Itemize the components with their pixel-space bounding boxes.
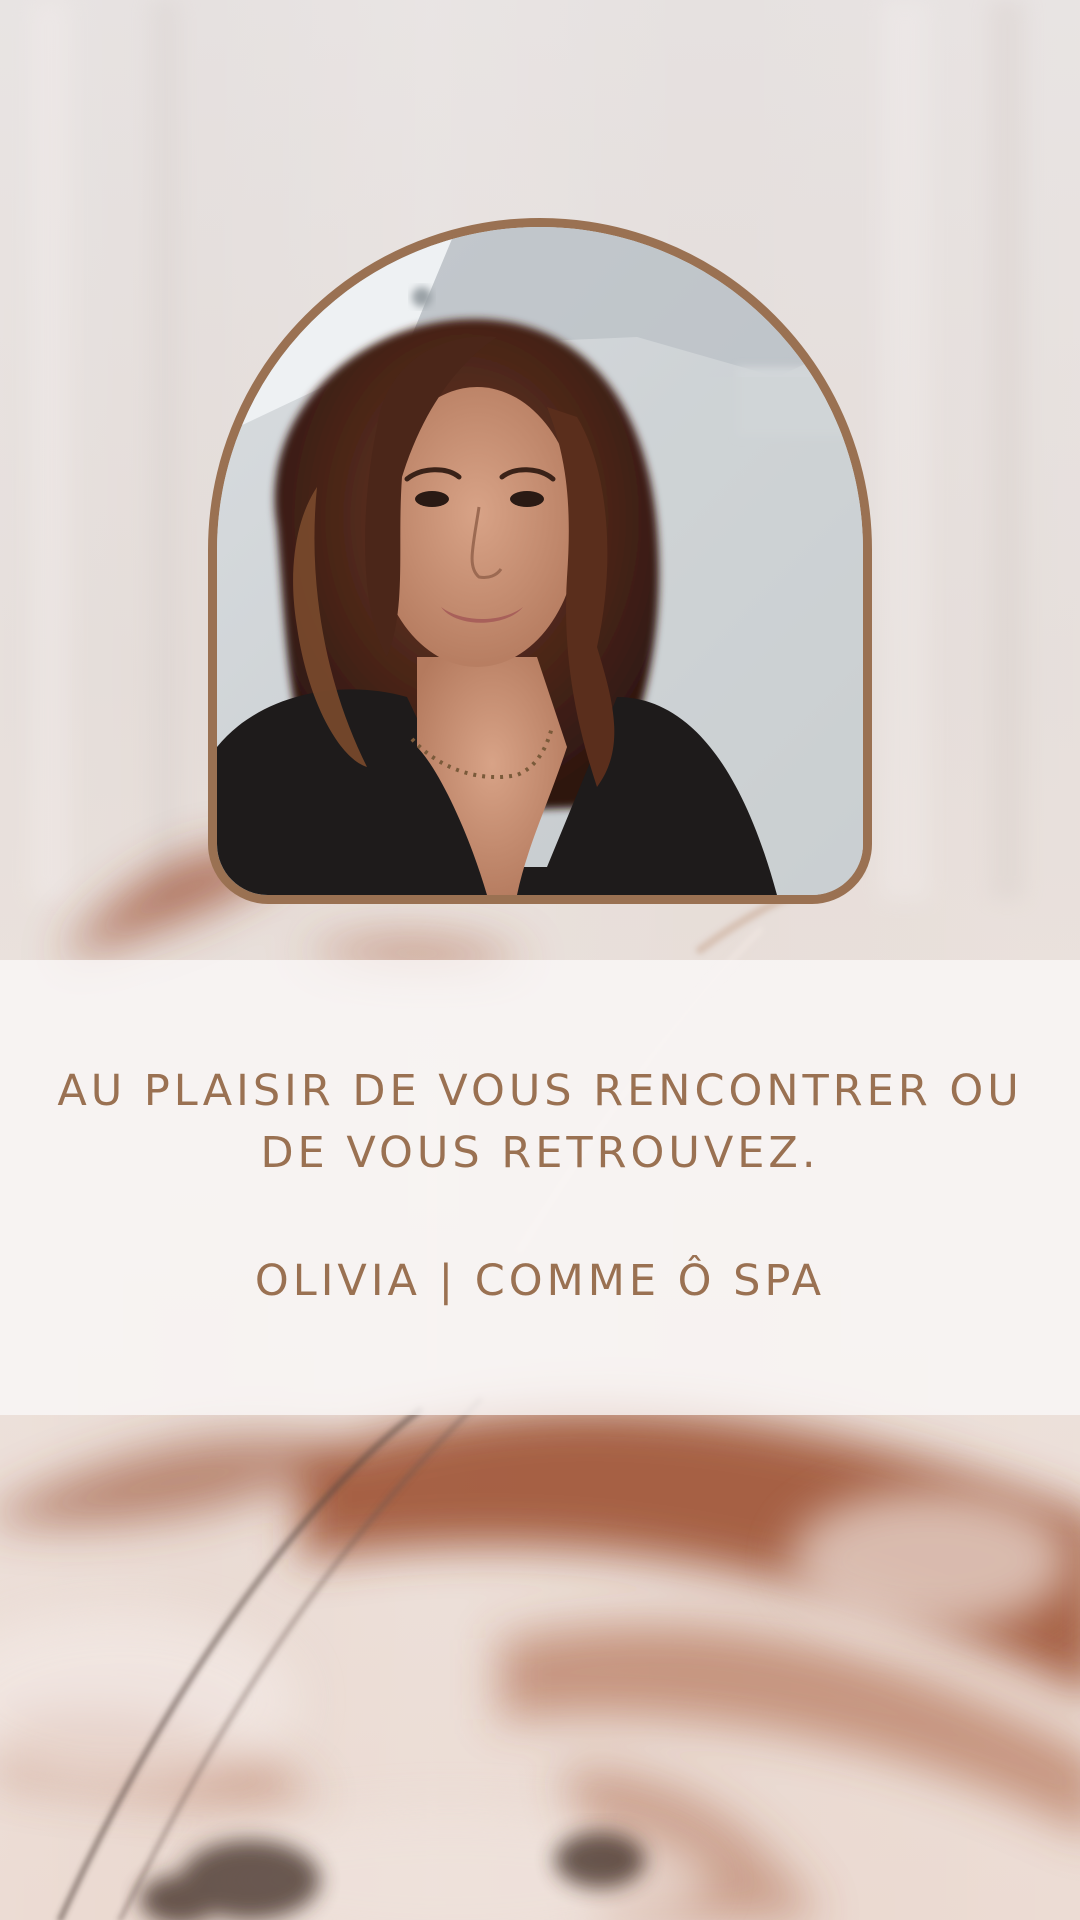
closing-message-line-1: AU PLAISIR DE VOUS RENCONTRER OU: [57, 1066, 1023, 1116]
closing-message: AU PLAISIR DE VOUS RENCONTRER OU DE VOUS…: [0, 1060, 1080, 1184]
portrait-photo-frame: [208, 218, 872, 904]
message-band: [0, 960, 1080, 1415]
signature: OLIVIA | COMME Ô SPA: [254, 1256, 826, 1306]
portrait-photo: [217, 227, 863, 895]
closing-message-line-2: DE VOUS RETROUVEZ.: [260, 1128, 820, 1178]
